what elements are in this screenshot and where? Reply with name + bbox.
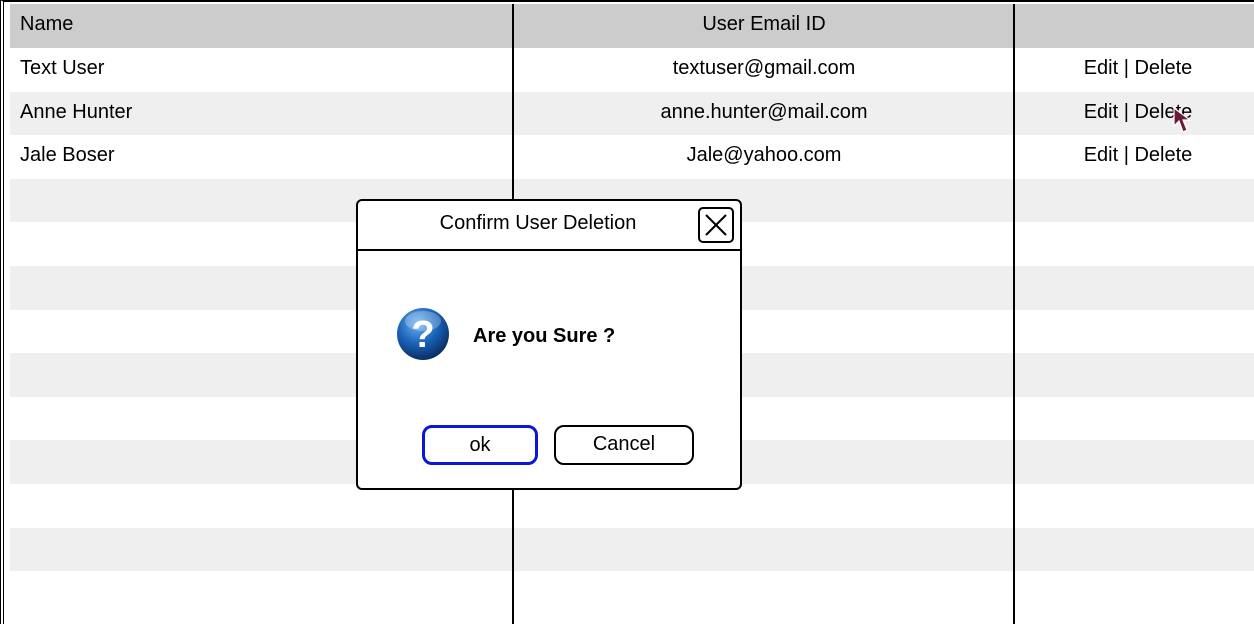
close-icon [705, 214, 727, 236]
user-name: Anne Hunter [20, 100, 133, 123]
table-row: Text User textuser@gmail.com Edit | Delete [10, 48, 1254, 92]
svg-text:?: ? [411, 314, 434, 356]
user-email: Jale@yahoo.com [686, 144, 842, 167]
edit-link[interactable]: Edit [1084, 144, 1118, 166]
table-row [10, 571, 1254, 615]
dialog-message: Are you Sure ? [473, 325, 616, 347]
header-email: User Email ID [702, 13, 826, 35]
dialog-titlebar: Confirm User Deletion [358, 201, 740, 251]
table-row: Anne Hunter anne.hunter@mail.com Edit | De… [10, 91, 1254, 136]
dialog-title: Confirm User Deletion [439, 212, 637, 234]
close-button[interactable] [698, 207, 734, 243]
row-actions: Edit | Delete [1016, 135, 1254, 179]
user-name: Jale Boser [20, 144, 115, 167]
table-header: Name User Email ID [10, 4, 1254, 48]
user-email: anne.hunter@mail.com [660, 100, 868, 123]
edit-link[interactable]: Edit [1084, 57, 1118, 79]
cancel-button[interactable]: Cancel [554, 425, 694, 465]
confirm-dialog: Confirm User Deletion ? Are you Sure ? o… [356, 199, 742, 490]
row-actions: Edit | Delete [1016, 48, 1254, 92]
header-name: Name [20, 13, 74, 35]
user-name: Text User [20, 57, 105, 79]
table-row [10, 484, 1254, 528]
action-separator: | [1123, 57, 1129, 79]
column-divider [1013, 4, 1015, 624]
delete-link[interactable]: Delete [1134, 57, 1192, 79]
question-icon: ? [397, 308, 449, 360]
table-row [10, 527, 1254, 572]
user-email: textuser@gmail.com [672, 57, 856, 79]
ok-button[interactable]: ok [422, 425, 538, 465]
delete-link[interactable]: Delete [1134, 144, 1192, 166]
edit-link[interactable]: Edit [1084, 101, 1118, 123]
table-row: Jale Boser Jale@yahoo.com Edit | Delete [10, 135, 1254, 179]
action-separator: | [1123, 100, 1129, 123]
row-actions: Edit | Delete [1016, 92, 1254, 136]
header-actions [1016, 4, 1254, 48]
action-separator: | [1123, 144, 1129, 167]
mouse-pointer-icon [1173, 106, 1192, 133]
